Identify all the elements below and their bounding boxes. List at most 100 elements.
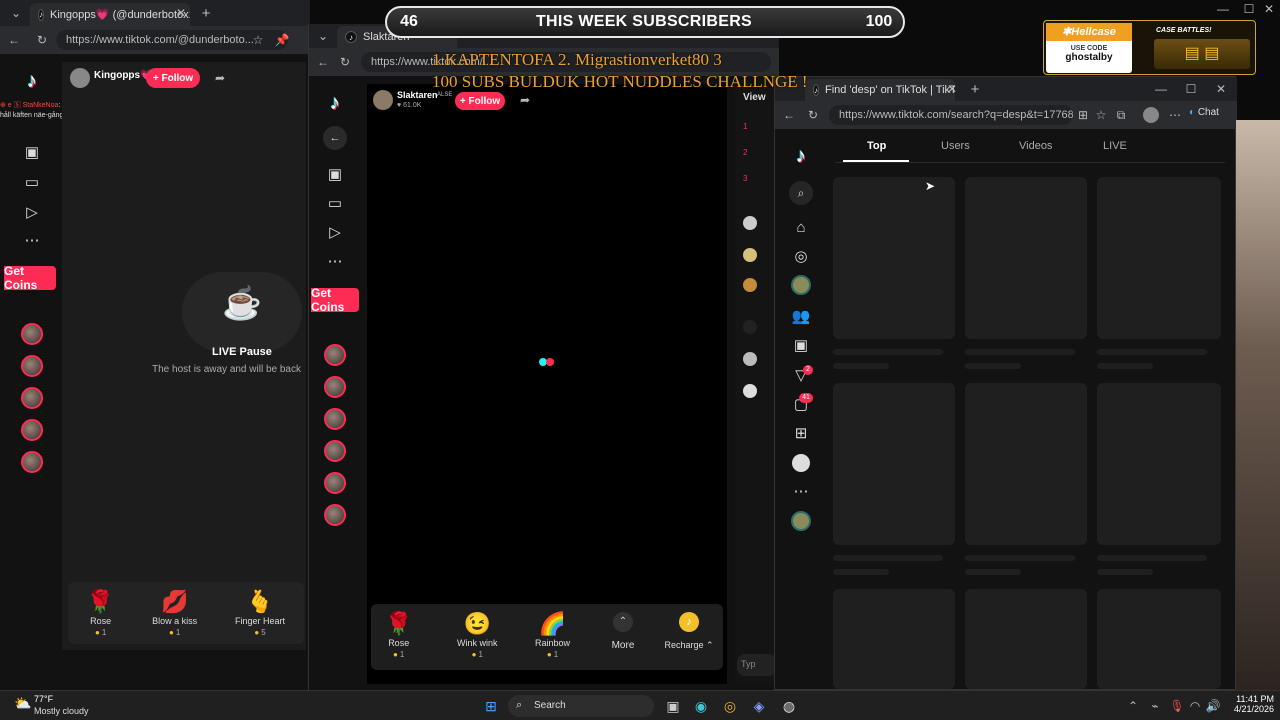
- live-avatar[interactable]: [21, 355, 43, 377]
- search-icon[interactable]: ⌕: [789, 181, 813, 205]
- avatar[interactable]: [791, 275, 811, 295]
- close-tab-icon[interactable]: ✕: [174, 6, 188, 20]
- maximize-icon[interactable]: ☐: [1183, 81, 1199, 97]
- new-tab-icon[interactable]: +: [198, 4, 214, 22]
- start-icon[interactable]: ⊞: [480, 695, 502, 717]
- volume-icon[interactable]: 🔊: [1206, 699, 1221, 713]
- weather-widget[interactable]: ⛅ 77°F Mostly cloudy: [10, 693, 100, 719]
- upload-icon[interactable]: ⊞: [789, 421, 813, 445]
- chat-avatar[interactable]: [743, 352, 757, 366]
- type-input[interactable]: Typ: [737, 654, 777, 676]
- live-avatar[interactable]: [21, 387, 43, 409]
- gift-rose[interactable]: 🌹Rose1: [87, 589, 114, 637]
- video-icon[interactable]: ▭: [323, 191, 347, 215]
- close-tab-icon[interactable]: ✕: [945, 82, 959, 96]
- tab-live[interactable]: LIVE: [1103, 140, 1127, 152]
- tab-top[interactable]: Top: [867, 140, 886, 152]
- gift-finger-heart[interactable]: 🫰Finger Heart 5: [235, 589, 285, 637]
- back-circle-icon[interactable]: ←: [323, 126, 347, 150]
- obs-icon[interactable]: ◍: [778, 695, 800, 717]
- tab-videos[interactable]: Videos: [1019, 140, 1052, 152]
- video-icon[interactable]: ▭: [20, 170, 44, 194]
- recharge-button[interactable]: ♪ Recharge ⌃: [661, 612, 717, 651]
- play-icon[interactable]: ▷: [323, 220, 347, 244]
- more-icon[interactable]: ⋯: [323, 249, 347, 273]
- follow-button[interactable]: + Follow: [146, 68, 200, 88]
- tiktok-logo[interactable]: ♪: [323, 90, 347, 116]
- copilot-chat-button[interactable]: ◐ Chat: [1189, 107, 1219, 118]
- live-avatar[interactable]: [324, 504, 346, 526]
- minimize-icon[interactable]: —: [1153, 81, 1169, 97]
- wifi-icon[interactable]: ◠: [1188, 699, 1202, 713]
- get-coins-button[interactable]: Get Coins: [311, 286, 359, 314]
- tab-search[interactable]: ♪ Find 'desp' on TikTok | TikTok Sear: [805, 79, 955, 101]
- host-avatar[interactable]: [373, 90, 393, 110]
- address-bar[interactable]: https://www.tiktok.com/search?q=desp&t=1…: [829, 105, 1073, 125]
- chrome-icon[interactable]: ◎: [719, 695, 741, 717]
- collections-icon[interactable]: ⧉: [1113, 107, 1129, 123]
- live-avatar[interactable]: [324, 440, 346, 462]
- chat-avatar[interactable]: [743, 248, 757, 262]
- chat-avatar[interactable]: [743, 384, 757, 398]
- live-avatar[interactable]: [324, 344, 346, 366]
- host-name[interactable]: Kingopps💗: [94, 70, 153, 81]
- new-tab-icon[interactable]: +: [967, 80, 983, 98]
- clock[interactable]: 11:41 PM 4/21/2026: [1224, 694, 1274, 714]
- live-icon[interactable]: ▣: [323, 162, 347, 186]
- tab-users[interactable]: Users: [941, 140, 970, 152]
- gift-rainbow[interactable]: 🌈 Rainbow 1: [535, 612, 570, 660]
- live-avatar[interactable]: [21, 323, 43, 345]
- gift-rose[interactable]: 🌹Rose1: [385, 612, 412, 660]
- task-view-icon[interactable]: ▣: [662, 695, 684, 717]
- tab-list-icon[interactable]: ⌄: [315, 28, 331, 44]
- chevron-up-icon[interactable]: ⌃: [1126, 699, 1140, 713]
- network-icon[interactable]: ⌁: [1148, 699, 1162, 713]
- share-icon[interactable]: ➦: [517, 92, 533, 108]
- more-gifts-button[interactable]: ⌃ More: [605, 612, 641, 651]
- chat-avatar[interactable]: [743, 320, 757, 334]
- tiktok-logo[interactable]: ♪: [20, 68, 44, 94]
- share-icon[interactable]: ➦: [212, 70, 228, 86]
- back-icon[interactable]: ←: [6, 32, 22, 48]
- more-icon[interactable]: ⋯: [20, 228, 44, 252]
- edge-icon[interactable]: ◉: [690, 695, 712, 717]
- follow-button[interactable]: + Follow: [455, 92, 505, 110]
- gift-wink-wink[interactable]: 😉 Wink wink 1: [457, 612, 498, 660]
- home-icon[interactable]: ⌂: [789, 215, 813, 239]
- live-avatar[interactable]: [324, 472, 346, 494]
- live-icon[interactable]: ▣: [20, 140, 44, 164]
- tiktok-logo[interactable]: ♪: [789, 143, 813, 169]
- chat-avatar[interactable]: [743, 216, 757, 230]
- favorite-icon[interactable]: ☆: [1093, 107, 1109, 123]
- taskbar-search[interactable]: ⌕ Search: [508, 695, 654, 717]
- explore-icon[interactable]: ◎: [789, 244, 813, 268]
- host-avatar[interactable]: [70, 68, 90, 88]
- back-icon[interactable]: ←: [781, 107, 797, 123]
- friends-icon[interactable]: 👥: [789, 304, 813, 328]
- gift-blow-a-kiss[interactable]: 💋Blow a kiss 1: [152, 589, 197, 637]
- live-avatar[interactable]: [324, 376, 346, 398]
- reload-icon[interactable]: ↻: [805, 107, 821, 123]
- split-icon[interactable]: ⊞: [1075, 107, 1091, 123]
- pin-icon[interactable]: 📌: [274, 32, 290, 48]
- reload-icon[interactable]: ↻: [337, 54, 353, 70]
- more-icon[interactable]: ⋯: [789, 479, 813, 503]
- close-window-icon[interactable]: ✕: [1213, 81, 1229, 97]
- profile-icon[interactable]: [792, 454, 810, 472]
- avatar[interactable]: [791, 511, 811, 531]
- close-window-icon[interactable]: ✕: [1262, 2, 1276, 16]
- microphone-icon[interactable]: 🎙: [1169, 699, 1184, 713]
- chat-avatar[interactable]: [743, 278, 757, 292]
- live-avatar[interactable]: [21, 451, 43, 473]
- live-avatar[interactable]: [324, 408, 346, 430]
- maximize-icon[interactable]: ☐: [1242, 2, 1256, 16]
- menu-icon[interactable]: ⋯: [1167, 107, 1183, 123]
- star-icon[interactable]: ☆: [250, 32, 266, 48]
- minimize-icon[interactable]: —: [1216, 2, 1230, 16]
- reload-icon[interactable]: ↻: [34, 32, 50, 48]
- get-coins-button[interactable]: Get Coins: [4, 264, 56, 292]
- tab-kingopps[interactable]: ♪ Kingopps💗 (@dunderbotox1) is L: [30, 3, 190, 26]
- play-icon[interactable]: ▷: [20, 200, 44, 224]
- sponsor-banner[interactable]: ✱Hellcase USE CODE ghostalby CASE BATTLE…: [1043, 20, 1256, 75]
- tab-list-icon[interactable]: ⌄: [6, 4, 26, 22]
